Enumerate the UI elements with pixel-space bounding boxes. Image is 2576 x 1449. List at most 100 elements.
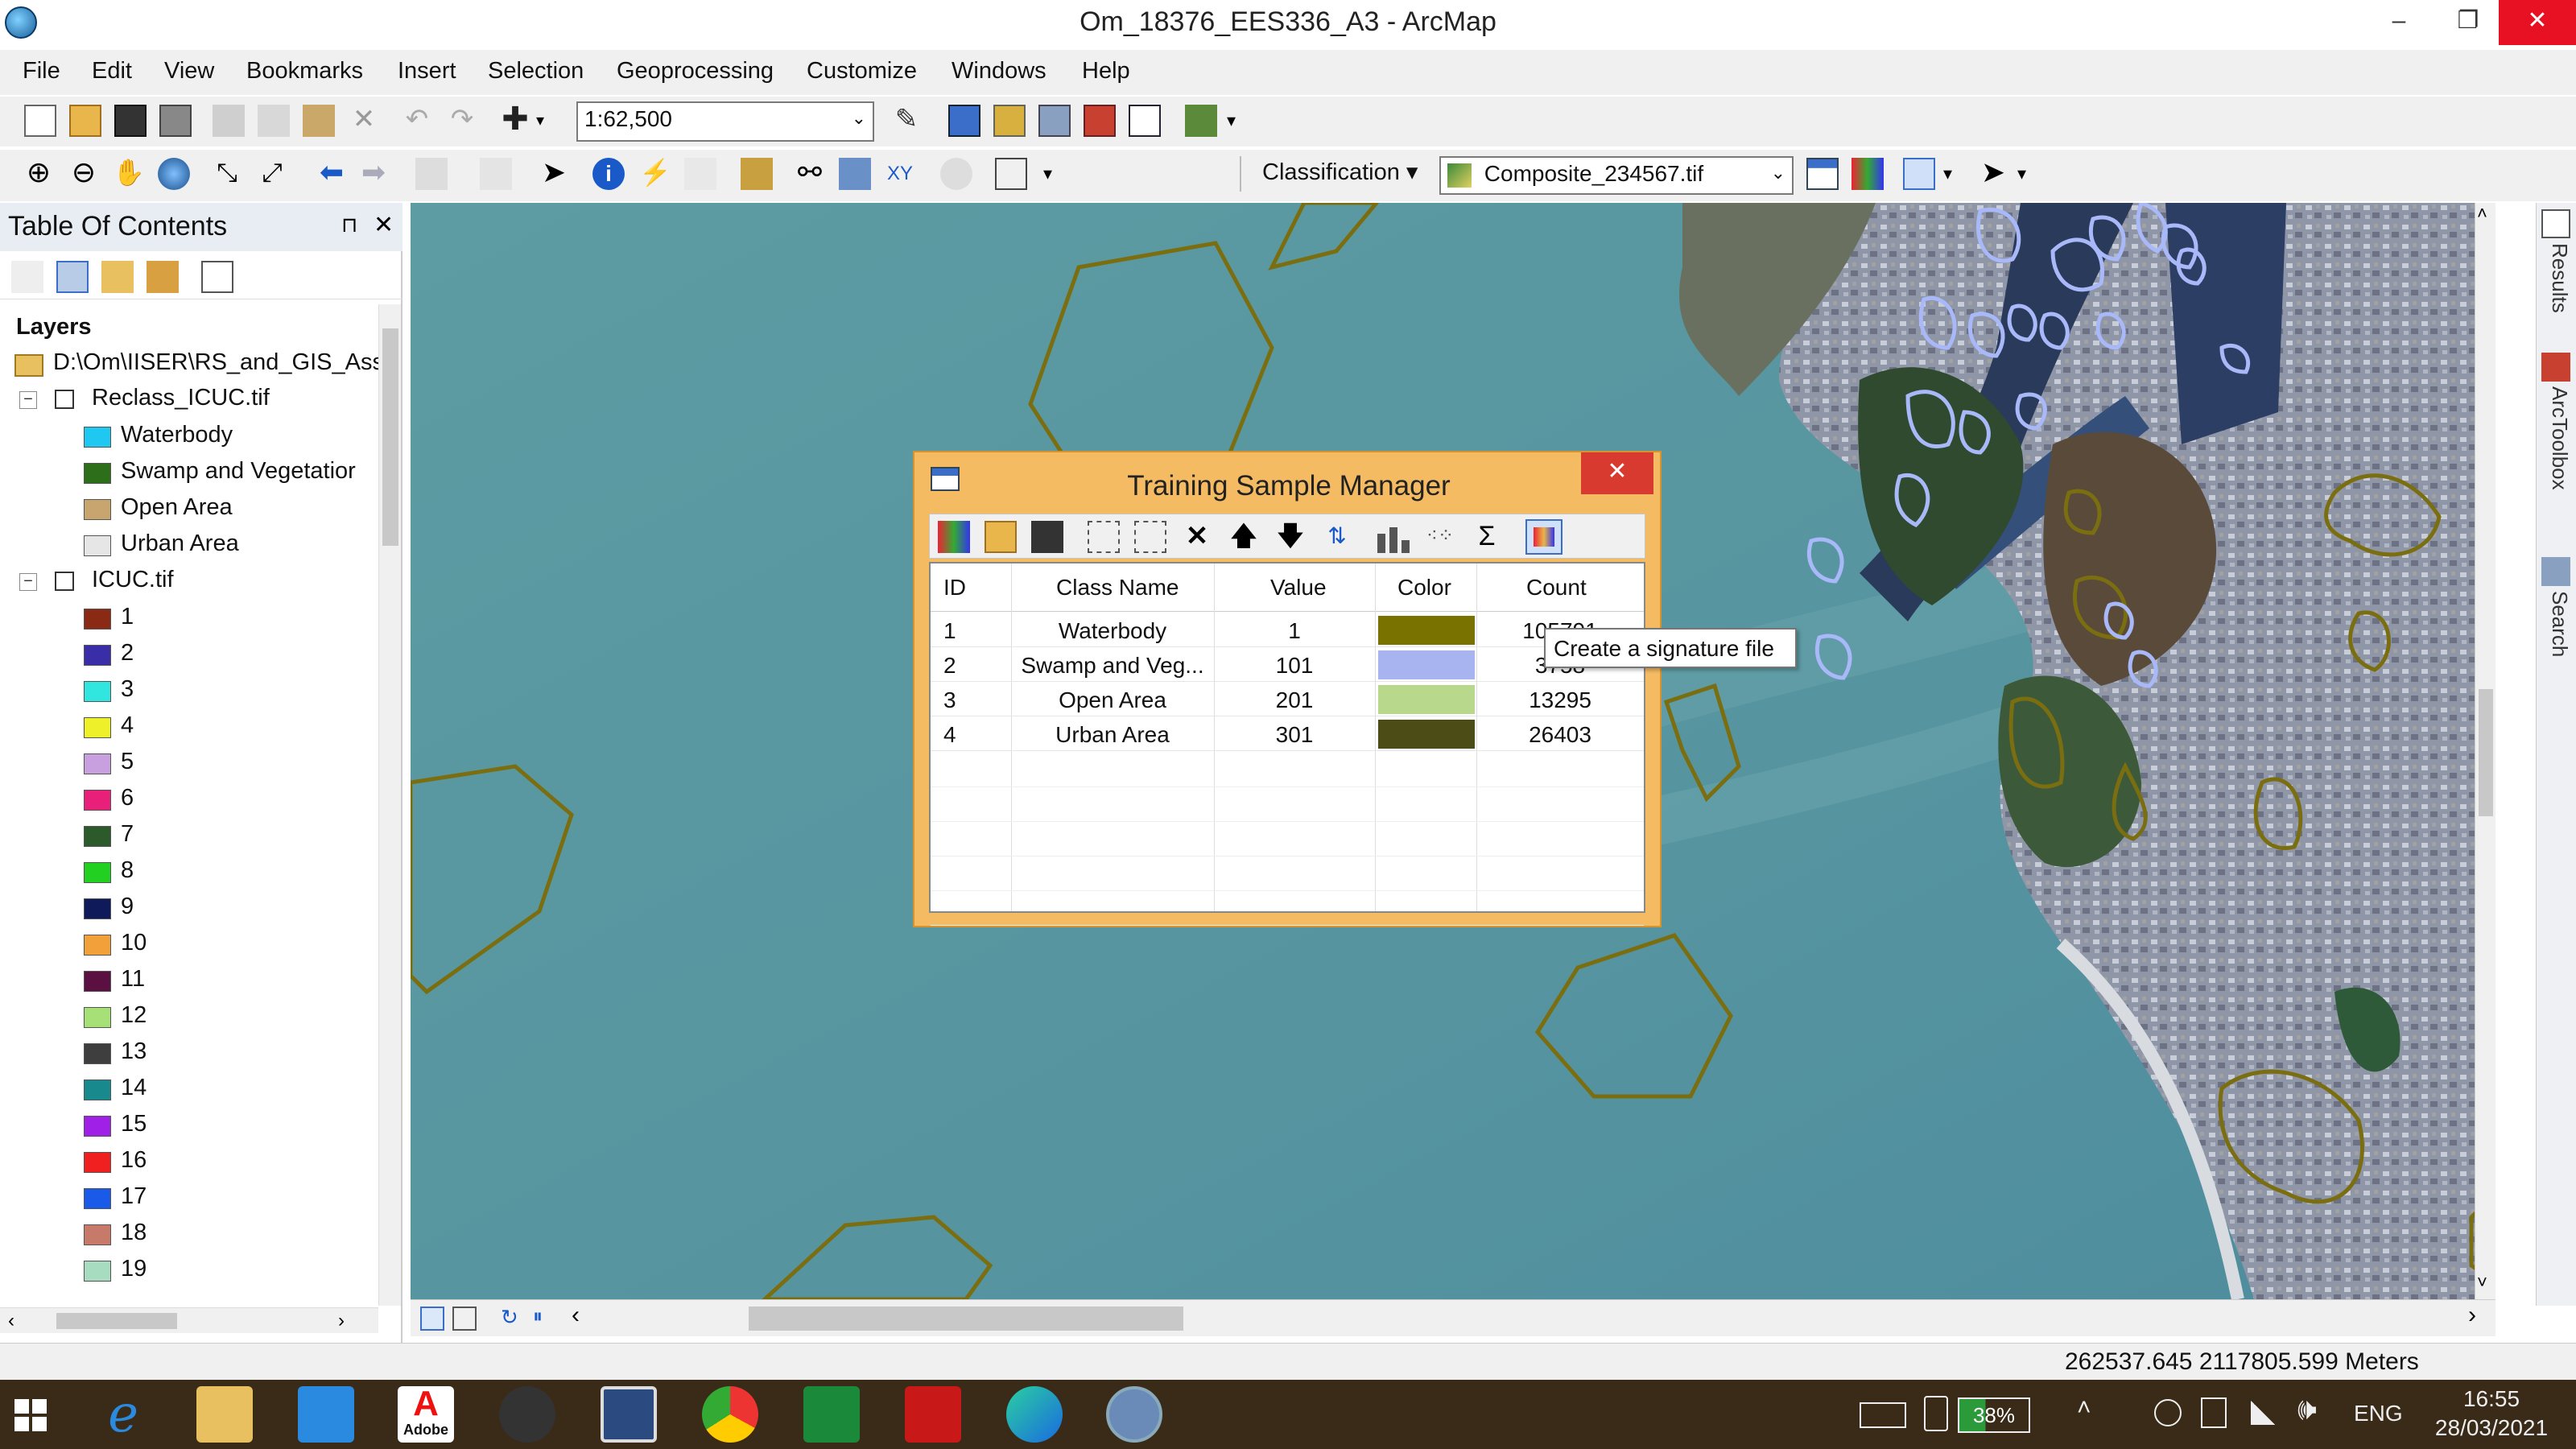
pan-icon[interactable]: ✋	[113, 158, 145, 190]
split-samples-icon[interactable]	[1134, 521, 1166, 553]
store-icon[interactable]	[803, 1386, 860, 1443]
measure-icon[interactable]	[741, 158, 773, 190]
statistics-sigma-icon[interactable]: Σ	[1471, 521, 1503, 553]
layer-visibility-checkbox[interactable]	[55, 572, 74, 591]
scroll-thumb[interactable]	[56, 1313, 177, 1329]
create-viewer-window-icon[interactable]	[995, 158, 1027, 190]
pin-icon[interactable]: ⊓	[341, 213, 357, 237]
legend-swatch[interactable]	[84, 427, 111, 448]
class-color-swatch[interactable]	[1378, 720, 1475, 749]
add-data-icon[interactable]: ✚	[499, 103, 531, 137]
legend-swatch[interactable]	[84, 1188, 111, 1209]
legend-swatch[interactable]	[84, 645, 111, 666]
histograms-icon[interactable]	[1377, 521, 1410, 553]
restore-button[interactable]: ❐	[2431, 0, 2505, 45]
menu-edit[interactable]: Edit	[92, 58, 132, 85]
results-icon[interactable]	[2541, 209, 2570, 238]
legend-swatch[interactable]	[84, 1007, 111, 1028]
pause-drawing-icon[interactable]: ⏸	[533, 1305, 557, 1329]
map-vertical-scrollbar[interactable]: ˄ ˅	[2475, 203, 2496, 1299]
menu-selection[interactable]: Selection	[488, 58, 584, 85]
find-route-icon[interactable]	[839, 158, 871, 190]
import-training-samples-icon[interactable]	[938, 521, 970, 553]
legend-label[interactable]: 16	[121, 1147, 147, 1174]
forward-arrow-icon[interactable]: ➡	[357, 158, 390, 190]
legend-swatch[interactable]	[84, 826, 111, 847]
legend-label[interactable]: 13	[121, 1038, 147, 1065]
legend-label[interactable]: 3	[121, 676, 134, 703]
volume-icon[interactable]: 🕪	[2297, 1393, 2317, 1427]
map-horizontal-scroll-thumb[interactable]	[749, 1307, 1183, 1331]
toolbar-options-icon[interactable]: ▾	[1227, 105, 1243, 137]
signal-icon[interactable]	[2251, 1401, 2275, 1425]
html-popup-icon[interactable]	[684, 158, 716, 190]
legend-swatch[interactable]	[84, 499, 111, 520]
legend-swatch[interactable]	[84, 1116, 111, 1137]
cut-icon[interactable]	[213, 105, 245, 137]
undo-icon[interactable]: ↶	[401, 105, 433, 137]
list-by-selection-icon[interactable]	[147, 261, 179, 293]
legend-swatch[interactable]	[84, 1224, 111, 1245]
adobe-icon[interactable]: A Adobe	[398, 1386, 454, 1443]
scroll-left-icon[interactable]: ‹	[8, 1310, 14, 1332]
scroll-up-icon[interactable]: ˄	[2477, 203, 2487, 224]
zoom-in-icon[interactable]: ⊕	[23, 158, 55, 190]
legend-label[interactable]: 14	[121, 1075, 147, 1101]
back-arrow-icon[interactable]: ⬅	[316, 158, 348, 190]
scroll-right-icon[interactable]: ›	[2468, 1303, 2492, 1327]
open-folder-icon[interactable]	[69, 105, 101, 137]
classification-layer-combo[interactable]: Composite_234567.tif ⌄	[1439, 156, 1794, 195]
menu-view[interactable]: View	[164, 58, 214, 85]
clear-selection-icon[interactable]	[480, 158, 512, 190]
paste-icon[interactable]	[303, 105, 335, 137]
clock-date[interactable]: 28/03/2021	[2423, 1415, 2560, 1441]
arcmap-taskbar-icon[interactable]	[1106, 1386, 1162, 1443]
legend-swatch[interactable]	[84, 898, 111, 919]
draw-polygon-icon[interactable]	[1903, 158, 1935, 190]
time-slider-icon[interactable]	[940, 158, 972, 190]
source-path[interactable]: D:\Om\IISER\RS_and_GIS_Ass	[53, 349, 378, 376]
toc-options-icon[interactable]	[201, 261, 233, 293]
menu-file[interactable]: File	[23, 58, 60, 85]
legend-swatch[interactable]	[84, 717, 111, 738]
arctoolbox-icon[interactable]	[2541, 353, 2570, 382]
legend-label[interactable]: Urban Area	[121, 530, 239, 557]
legend-label[interactable]: 1	[121, 604, 134, 630]
class-color-swatch[interactable]	[1378, 685, 1475, 714]
legend-label[interactable]: 5	[121, 749, 134, 775]
layer-icuc[interactable]: ICUC.tif	[92, 567, 174, 593]
scroll-thumb[interactable]	[2479, 689, 2493, 816]
delete-sample-icon[interactable]: ✕	[1181, 521, 1213, 553]
legend-swatch[interactable]	[84, 609, 111, 630]
legend-label[interactable]: 17	[121, 1183, 147, 1210]
legend-label[interactable]: 12	[121, 1002, 147, 1029]
legend-label[interactable]: 15	[121, 1111, 147, 1137]
fixed-zoom-in-icon[interactable]: ⤡	[211, 158, 243, 190]
column-header-class-name[interactable]: Class Name	[1056, 575, 1179, 601]
defender-icon[interactable]	[1924, 1396, 1948, 1431]
zoom-out-icon[interactable]: ⊖	[68, 158, 100, 190]
legend-label[interactable]: Swamp and Vegetatior	[121, 458, 356, 485]
search-icon[interactable]	[2541, 557, 2570, 586]
music-headphones-icon[interactable]	[499, 1386, 555, 1443]
new-document-icon[interactable]	[24, 105, 56, 137]
table-row[interactable]: 1Waterbody1105791	[931, 613, 1644, 647]
merge-samples-icon[interactable]	[1088, 521, 1120, 553]
mail-icon[interactable]	[298, 1386, 354, 1443]
keyboard-icon[interactable]	[1860, 1402, 1906, 1428]
scroll-left-icon[interactable]: ‹	[572, 1303, 596, 1327]
legend-label[interactable]: 19	[121, 1256, 147, 1282]
redo-icon[interactable]: ↷	[446, 105, 478, 137]
flag-notification-icon[interactable]	[2201, 1397, 2227, 1428]
legend-swatch[interactable]	[84, 1261, 111, 1282]
layer-visibility-checkbox[interactable]	[55, 390, 74, 409]
select-elements-icon[interactable]: ➤	[538, 158, 570, 190]
legend-label[interactable]: Waterbody	[121, 422, 233, 448]
layer-reclass[interactable]: Reclass_ICUC.tif	[92, 385, 270, 411]
legend-label[interactable]: 2	[121, 640, 134, 667]
list-by-drawing-order-icon[interactable]	[11, 261, 43, 293]
legend-label[interactable]: 18	[121, 1220, 147, 1246]
show-hidden-icons[interactable]: ˄	[2077, 1394, 2091, 1422]
select-features-icon[interactable]	[415, 158, 448, 190]
move-down-icon[interactable]: 🡇	[1274, 521, 1307, 553]
